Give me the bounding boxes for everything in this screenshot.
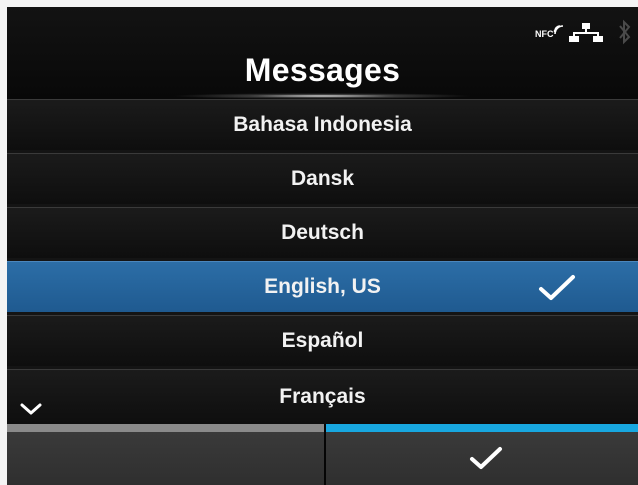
nfc-icon-label: NFC <box>535 29 554 39</box>
list-item-deutsch[interactable]: Deutsch <box>7 207 638 258</box>
confirm-button[interactable] <box>326 424 638 485</box>
list-item-francais[interactable]: Français <box>7 369 638 424</box>
printer-display: Messages NFC Bahasa Indonesia Dansk Deut… <box>7 7 638 485</box>
checkmark-icon <box>470 447 502 469</box>
header-bar: Messages NFC <box>7 7 638 99</box>
back-button[interactable] <box>7 424 324 485</box>
bluetooth-icon <box>619 19 631 45</box>
list-item-espanol[interactable]: Español <box>7 315 638 366</box>
nfc-icon: NFC <box>535 25 564 39</box>
checkmark-icon <box>539 275 575 300</box>
list-item-dansk[interactable]: Dansk <box>7 153 638 204</box>
network-icon <box>569 23 603 42</box>
list-item-label: Español <box>281 329 364 352</box>
list-item-label: Deutsch <box>281 221 364 244</box>
list-item-bahasa-indonesia[interactable]: Bahasa Indonesia <box>7 99 638 150</box>
softkey-bar <box>7 424 638 485</box>
list-item-english-us[interactable]: English, US <box>7 261 638 312</box>
list-item-label: Bahasa Indonesia <box>233 113 412 136</box>
list-item-label: English, US <box>264 275 381 298</box>
language-list: Bahasa Indonesia Dansk Deutsch English, … <box>7 99 638 424</box>
list-item-label: Français <box>279 385 366 408</box>
list-item-label: Dansk <box>290 167 355 190</box>
chevron-down-icon[interactable] <box>19 402 43 416</box>
page-title: Messages <box>244 52 401 88</box>
